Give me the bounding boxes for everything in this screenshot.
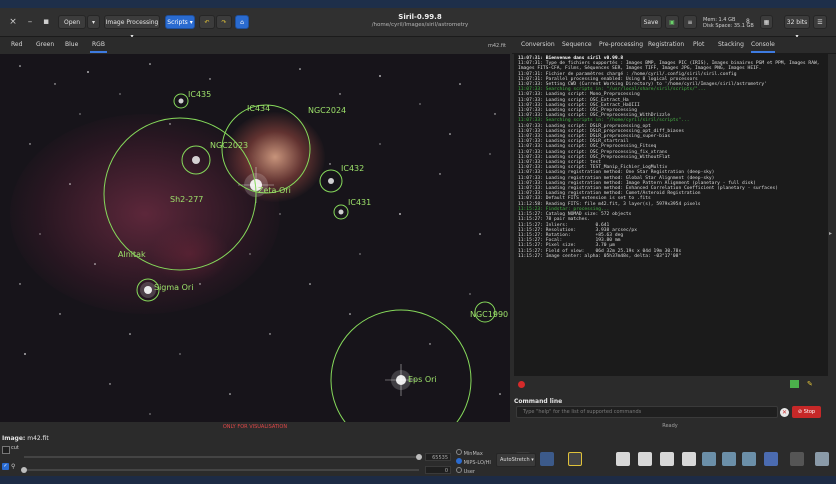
label-sigma-ori: Sigma Ori [154, 283, 193, 292]
photometry-icon[interactable] [568, 452, 582, 466]
label-ngc1990: NGC1990 [470, 310, 508, 319]
annotation-overlay: IC435 IC434 NGC2024 NGC2023 IC432 Zeta O… [19, 63, 508, 422]
siril-window: × – ▪ Open ▾ Image Processing ▾ Scripts … [0, 8, 836, 476]
progress-stop-icon[interactable] [518, 381, 525, 388]
cut-checkbox[interactable] [2, 446, 10, 454]
label-ngc2023: NGC2023 [210, 141, 248, 150]
window-tile-icon[interactable] [638, 452, 652, 466]
image-view[interactable]: IC435 IC434 NGC2024 NGC2023 IC432 Zeta O… [0, 54, 510, 422]
main-tabs: Conversion Sequence Pre-processing Regis… [512, 37, 836, 54]
crop-icon[interactable] [764, 452, 778, 466]
scroll-bottom-icon[interactable] [790, 380, 799, 388]
scripts-menu[interactable]: Scripts ▾ [165, 15, 195, 29]
histogram-icon[interactable] [790, 452, 804, 466]
tab-conversion[interactable]: Conversion [521, 40, 555, 51]
hamburger-icon[interactable]: ☰ [813, 15, 827, 29]
header-bar: × – ▪ Open ▾ Image Processing ▾ Scripts … [0, 8, 836, 40]
checkmark-icon[interactable]: ✓ [2, 463, 9, 470]
desktop-taskbar [0, 476, 836, 484]
console-log[interactable]: 11:07:31: Bienvenue dans siril v0.99.8 11… [514, 54, 828, 376]
tool-row [512, 452, 836, 472]
bit-depth-select[interactable]: 32 bits ▾ [784, 15, 810, 40]
collapse-icon[interactable]: ▸ [829, 230, 832, 237]
mirror-icon[interactable] [742, 452, 756, 466]
image-processing-menu[interactable]: Image Processing ▾ [104, 15, 160, 40]
undo-icon[interactable]: ↶ [199, 15, 215, 29]
minimize-icon[interactable]: – [25, 17, 35, 27]
console-timestamp: 11:15:27: [518, 253, 543, 259]
rotate-icon[interactable] [702, 452, 716, 466]
lo-slider-handle[interactable] [21, 467, 27, 473]
flip-icon[interactable] [722, 452, 736, 466]
lo-slider[interactable] [21, 467, 419, 473]
cpu-threads: 8 [746, 18, 750, 25]
window-icon[interactable] [616, 452, 630, 466]
open-recent-chevron-icon[interactable]: ▾ [87, 15, 100, 29]
tab-stacking[interactable]: Stacking [718, 40, 744, 51]
clear-command-icon[interactable]: ✕ [780, 408, 789, 417]
close-icon[interactable]: × [8, 17, 18, 27]
tab-green[interactable]: Green [34, 40, 56, 51]
image-label: Image: [2, 435, 26, 442]
cpu-icon[interactable]: ▦ [760, 15, 773, 29]
label-sh2-277: Sh2-277 [170, 195, 203, 204]
label-ic434: IC434 [247, 104, 270, 113]
tab-blue[interactable]: Blue [63, 40, 80, 51]
console-line: 11:15:27: Image center: alpha: 05h37m48s… [518, 254, 824, 259]
channel-tabs: Red Green Blue RGB m42.fit [0, 37, 510, 53]
command-line-label: Command line [514, 398, 563, 405]
object-circles [103, 93, 496, 422]
star-icon[interactable] [540, 452, 554, 466]
image-name: m42.fit [27, 435, 49, 442]
mode-user[interactable]: User [456, 467, 491, 476]
tab-registration[interactable]: Registration [648, 40, 684, 51]
menu-icon[interactable]: ≡ [683, 15, 697, 29]
window-path: /home/cyril/Images/siril/astrometry [371, 22, 469, 28]
visualisation-warning: ONLY FOR VISUALISATION [0, 422, 510, 432]
mode-mips[interactable]: MIPS-LO/HI [456, 458, 491, 467]
tab-plot[interactable]: Plot [693, 40, 704, 51]
tab-rgb[interactable]: RGB [90, 40, 107, 53]
label-alnitak: Alnitak [118, 250, 146, 259]
mode-minmax[interactable]: MinMax [456, 449, 491, 458]
tab-sequence[interactable]: Sequence [562, 40, 592, 51]
redo-icon[interactable]: ↷ [216, 15, 232, 29]
window-title: Siril-0.99.8 [398, 13, 442, 21]
label-eps-ori: Eps Ori [408, 375, 437, 384]
hi-slider-handle[interactable] [416, 454, 422, 460]
statistics-icon[interactable] [815, 452, 829, 466]
home-icon[interactable]: ⌂ [235, 15, 249, 29]
tab-red[interactable]: Red [9, 40, 24, 51]
label-ic435: IC435 [188, 90, 211, 99]
window-grid-icon[interactable] [682, 452, 696, 466]
starfield [19, 63, 501, 415]
command-area: ✎ Command line Type "help" for the list … [512, 376, 836, 476]
tab-console[interactable]: Console [751, 40, 775, 53]
save-button[interactable]: Save [640, 15, 662, 29]
label-ic431: IC431 [348, 198, 371, 207]
maximize-icon[interactable]: ▪ [41, 17, 51, 27]
hi-value-field[interactable]: 65535 [425, 453, 451, 461]
snapshot-icon[interactable]: ▣ [665, 15, 679, 29]
cut-label: cut [11, 445, 19, 451]
command-input[interactable]: Type "help" for the list of supported co… [516, 406, 778, 418]
console-message: Image center: alpha: 05h37m48s, delta: -… [545, 253, 682, 259]
image-corner-filename: m42.fit [488, 43, 506, 49]
label-zeta-ori: Zeta Ori [258, 186, 291, 195]
tab-preprocessing[interactable]: Pre-processing [599, 40, 643, 51]
label-ngc2024: NGC2024 [308, 106, 346, 115]
bright-stars [140, 98, 417, 396]
link-icon[interactable]: ⚲ [11, 463, 15, 470]
open-button[interactable]: Open [58, 15, 86, 29]
window-split-icon[interactable] [660, 452, 674, 466]
label-ic432: IC432 [341, 164, 364, 173]
stretch-select[interactable]: AutoStretch ▾ [496, 453, 536, 467]
clear-console-icon[interactable]: ✎ [807, 380, 813, 388]
display-controls: Image: m42.fit cut ✓ ⚲ 65535 0 MinMax MI… [0, 432, 510, 476]
hi-slider[interactable] [24, 454, 422, 460]
status-text: Ready [662, 423, 678, 429]
stop-button[interactable]: ⊘ Stop [792, 406, 821, 418]
lo-value-field[interactable]: 0 [425, 466, 451, 474]
range-modes: MinMax MIPS-LO/HI User [456, 449, 491, 476]
